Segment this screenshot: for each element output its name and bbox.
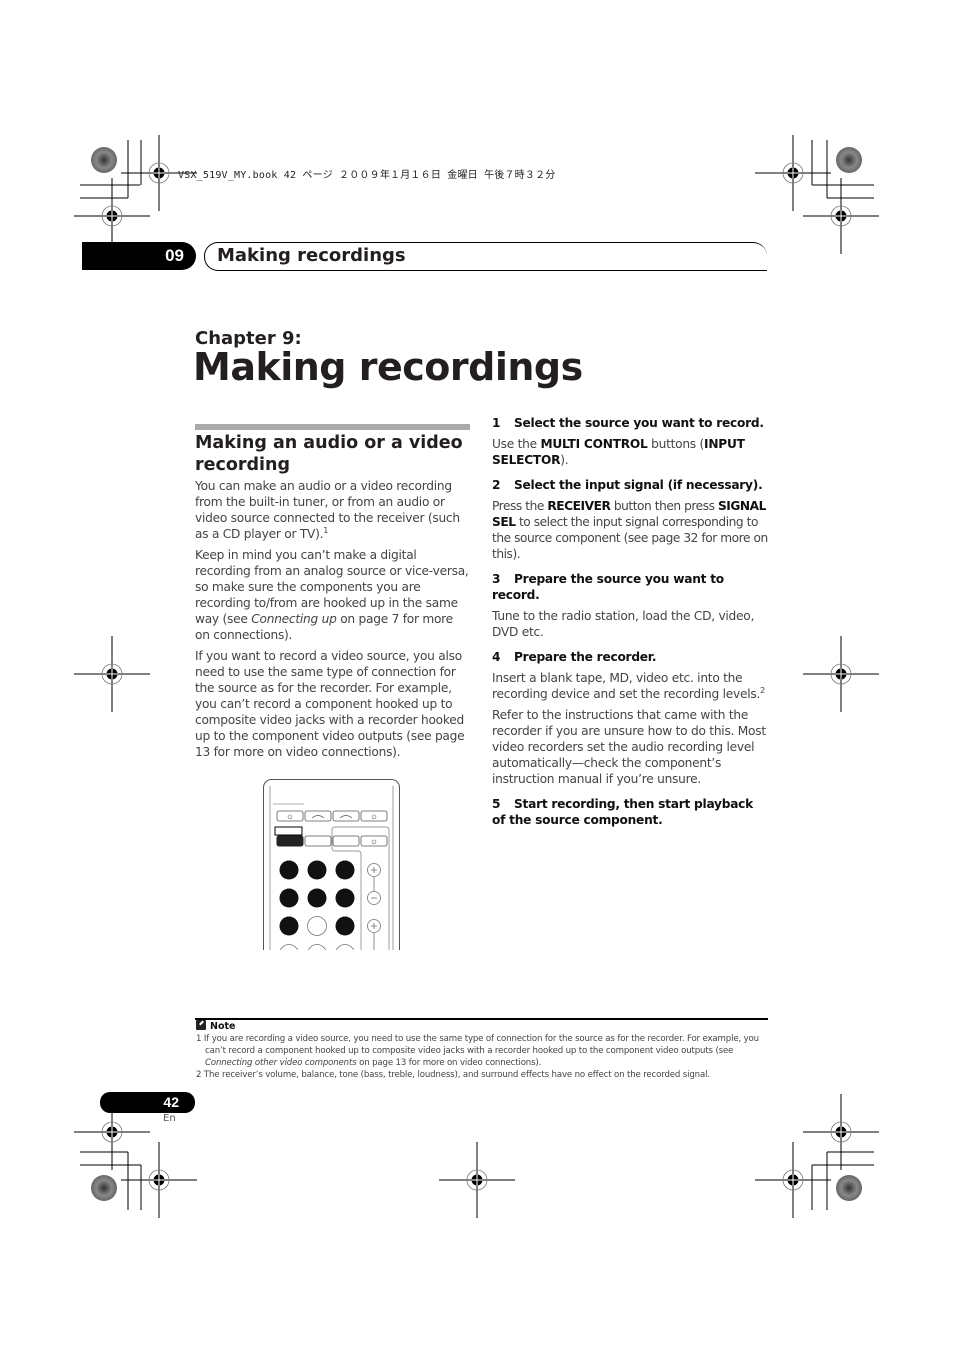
- registration-mark-top-right: [754, 134, 832, 212]
- button-ref: MULTI CONTROL: [540, 437, 648, 451]
- registration-mark-right-upper: [802, 177, 880, 255]
- note-pencil-icon: [196, 1020, 206, 1030]
- chapter-number-tab: 09: [82, 242, 196, 270]
- paragraph: If you want to record a video source, yo…: [195, 649, 465, 759]
- chapter-header-box: Making recordings: [204, 242, 767, 271]
- footnote-2: 2 The receiver’s volume, balance, tone (…: [196, 1070, 710, 1080]
- svg-text:⏻: ⏻: [288, 814, 293, 821]
- step-heading: 3 Prepare the source you want to record.: [492, 572, 724, 602]
- page-language: En: [163, 1113, 176, 1124]
- registration-mark-bottom-right: [754, 1141, 832, 1219]
- star-target-top-left: [91, 147, 117, 173]
- step-text: Use the MULTI CONTROL buttons (INPUT SEL…: [492, 437, 745, 467]
- svg-text:⏻: ⏻: [372, 814, 377, 821]
- footnote-ref[interactable]: 2: [760, 686, 765, 695]
- registration-mark-right-lower: [802, 1093, 880, 1171]
- left-column: You can make an audio or a video recordi…: [195, 478, 470, 765]
- registration-mark-right-middle: [802, 635, 880, 713]
- step-4: 4 Prepare the recorder. Insert a blank ta…: [492, 649, 768, 787]
- button-ref: RECEIVER: [547, 499, 611, 513]
- step-heading: 1 Select the source you want to record.: [492, 416, 764, 430]
- star-target-bottom-left: [91, 1175, 117, 1201]
- chapter-title: Making recordings: [193, 345, 583, 389]
- step-text: Tune to the radio station, load the CD, …: [492, 609, 755, 639]
- crop-marks: [73, 134, 880, 1219]
- step-text: Refer to the instructions that came with…: [492, 708, 766, 786]
- chapter-header-title: Making recordings: [217, 245, 406, 266]
- section-divider: [195, 424, 470, 430]
- footnote-1: 1 If you are recording a video source, y…: [196, 1034, 759, 1068]
- step-text: Press the RECEIVER button then press SIG…: [492, 499, 768, 561]
- paragraph: You can make an audio or a video recordi…: [195, 479, 460, 541]
- step-1: 1 Select the source you want to record. U…: [492, 415, 768, 468]
- page-number: 42: [163, 1094, 179, 1110]
- registration-mark-left-middle: [73, 635, 151, 713]
- registration-mark-bottom-center: [438, 1141, 516, 1219]
- footnotes: 1 If you are recording a video source, y…: [196, 1033, 771, 1081]
- star-target-bottom-right: [836, 1175, 862, 1201]
- page-number-tab: 42: [100, 1092, 195, 1113]
- steps-column: 1 Select the source you want to record. U…: [492, 415, 768, 837]
- cross-reference: Connecting other video components: [205, 1058, 357, 1068]
- step-text: Insert a blank tape, MD, video etc. into…: [492, 671, 765, 701]
- paragraph: Keep in mind you can’t make a digital re…: [195, 548, 469, 642]
- cross-reference: Connecting up: [251, 612, 337, 626]
- remote-control-icon: ⏻ ⏻ ⏻: [263, 779, 400, 950]
- step-2: 2 Select the input signal (if necessary).…: [492, 477, 768, 562]
- note-heading: Note: [196, 1020, 235, 1032]
- registration-mark-bottom-left: [120, 1141, 198, 1219]
- print-header: VSX_519V_MY.book 42 ページ ２００９年１月１６日 金曜日 午…: [178, 170, 556, 181]
- step-5: 5 Start recording, then start playback of…: [492, 796, 768, 828]
- svg-text:⏻: ⏻: [372, 839, 377, 846]
- note-divider: [195, 1018, 768, 1020]
- step-heading: 5 Start recording, then start playback of…: [492, 797, 754, 827]
- chapter-number: 09: [165, 246, 184, 265]
- step-3: 3 Prepare the source you want to record. …: [492, 571, 768, 640]
- star-target-top-right: [836, 147, 862, 173]
- footnote-ref[interactable]: 1: [323, 526, 328, 535]
- step-heading: 4 Prepare the recorder.: [492, 650, 657, 664]
- section-title: Making an audio or a video recording: [195, 433, 463, 475]
- step-heading: 2 Select the input signal (if necessary).: [492, 478, 763, 492]
- remote-control-illustration: ⏻ ⏻ ⏻: [262, 778, 402, 950]
